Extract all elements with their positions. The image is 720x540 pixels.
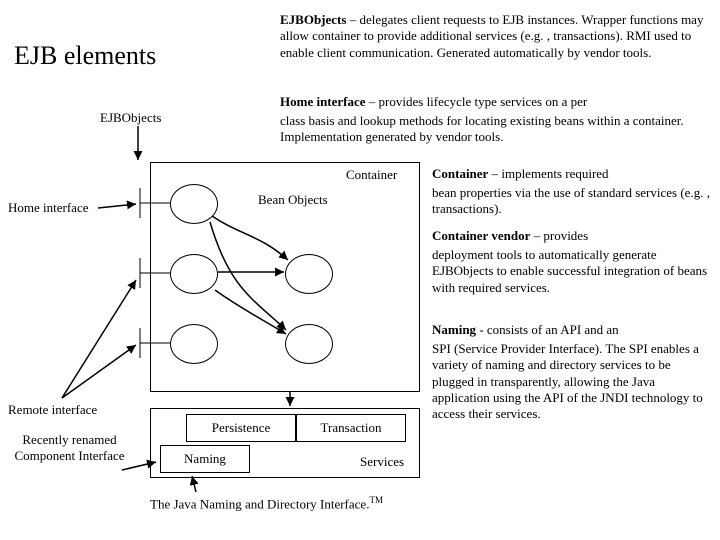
label-jndi-prefix: The Java Naming and Directory Interface. [150,496,369,511]
def-home-interface-lead: Home interface – provides lifecycle type… [280,94,710,110]
def-container-vendor-lead: Container vendor – provides [432,228,712,244]
def-container-vendor-term: Container vendor [432,228,530,243]
def-ejbobjects-term: EJBObjects [280,12,346,27]
bean-ellipse-1 [285,254,333,294]
label-naming: Naming [184,451,226,466]
ejbobject-ellipse-1 [170,184,218,224]
page-title: EJB elements [14,40,254,73]
label-services: Services [360,454,404,470]
label-container: Container [346,167,397,183]
label-persistence: Persistence [212,420,270,435]
label-remote-interface: Remote interface [8,402,97,418]
label-recently-renamed: Recently renamed Component Interface [12,432,127,465]
def-container-vendor-leadtext: – provides [530,228,588,243]
ejbobject-ellipse-3 [170,324,218,364]
def-container-leadtext: – implements required [488,166,608,181]
def-home-interface-leadtext: – provides lifecycle type services on a … [366,94,588,109]
def-naming-term: Naming [432,322,476,337]
label-transaction: Transaction [321,420,382,435]
def-container-term: Container [432,166,488,181]
label-ejbobjects: EJBObjects [100,110,161,126]
def-container-text: bean properties via the use of standard … [432,185,712,218]
def-naming-text: SPI (Service Provider Interface). The SP… [432,341,712,422]
label-jndi: The Java Naming and Directory Interface.… [150,495,440,513]
naming-box: Naming [160,445,250,473]
persistence-box: Persistence [186,414,296,442]
def-ejbobjects: EJBObjects – delegates client requests t… [280,12,710,61]
transaction-box: Transaction [296,414,406,442]
ejbobject-ellipse-2 [170,254,218,294]
label-jndi-tm: TM [369,495,383,505]
label-bean-objects: Bean Objects [258,192,328,208]
def-naming-leadtext: - consists of an API and an [476,322,619,337]
label-home-interface: Home interface [8,200,88,216]
bean-ellipse-2 [285,324,333,364]
def-container-vendor-text: deployment tools to automatically genera… [432,247,712,296]
def-naming-lead: Naming - consists of an API and an [432,322,712,338]
def-container-lead: Container – implements required [432,166,712,182]
def-home-interface-term: Home interface [280,94,366,109]
def-home-interface-text: class basis and lookup methods for locat… [280,113,710,146]
